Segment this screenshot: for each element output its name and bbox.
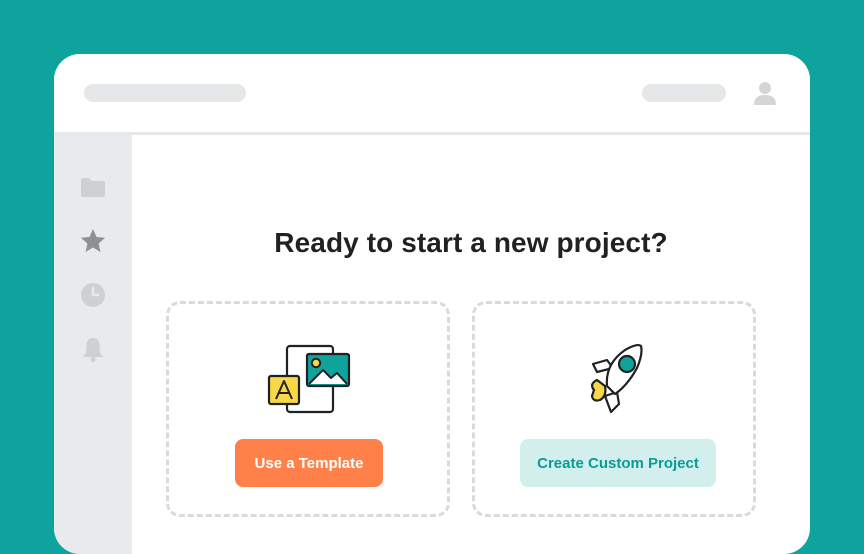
url-placeholder bbox=[84, 84, 246, 102]
main-content: Ready to start a new project? Use a Temp… bbox=[132, 135, 810, 554]
rocket-icon bbox=[590, 344, 643, 414]
bell-icon[interactable] bbox=[78, 334, 108, 364]
user-icon[interactable] bbox=[750, 78, 780, 108]
app-window: Ready to start a new project? Use a Temp… bbox=[54, 54, 810, 554]
template-option-card[interactable]: Use a Template bbox=[166, 301, 450, 517]
page-title: Ready to start a new project? bbox=[274, 227, 668, 258]
folder-icon[interactable] bbox=[78, 172, 108, 202]
header-action-placeholder[interactable] bbox=[642, 84, 726, 102]
create-custom-project-button[interactable]: Create Custom Project bbox=[520, 439, 716, 487]
star-icon[interactable] bbox=[78, 226, 108, 256]
use-template-button[interactable]: Use a Template bbox=[235, 439, 383, 487]
template-images-icon bbox=[267, 344, 351, 414]
top-bar bbox=[54, 54, 810, 135]
sidebar bbox=[54, 135, 132, 554]
clock-icon[interactable] bbox=[78, 280, 108, 310]
custom-project-option-card[interactable]: Create Custom Project bbox=[472, 301, 756, 517]
